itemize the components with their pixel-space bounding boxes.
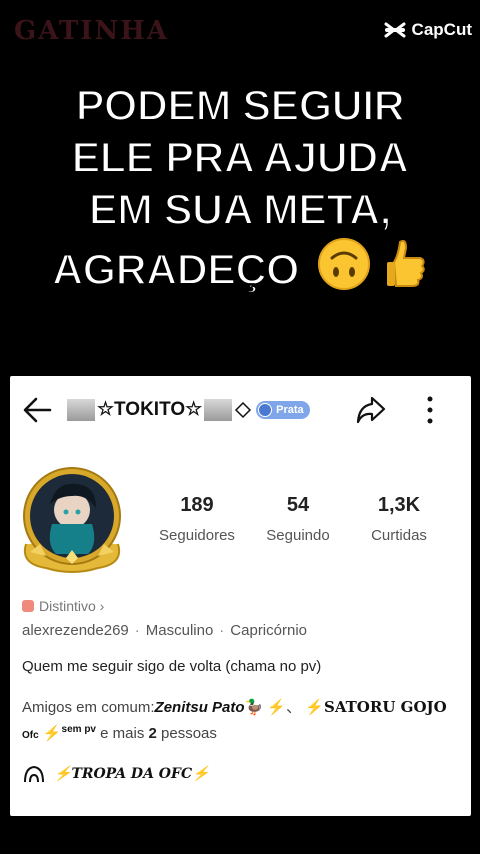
mutual-suffix-2: pessoas [156,725,217,742]
followers-label: Seguidores [159,527,235,544]
likes-label: Curtidas [371,527,427,544]
capcut-logo: CapCut [384,20,472,40]
capcut-label: CapCut [411,20,472,39]
mutual-prefix: Amigos em comum: [22,699,155,716]
avatar[interactable] [16,464,128,576]
badge-label: Prata [276,403,304,416]
likes-count: 1,3K [377,494,421,516]
mutual-separator: 、 [286,699,302,716]
more-options-icon[interactable] [424,394,436,426]
profile-meta: alexrezende269 · Masculino · Capricórnio [22,622,307,639]
share-icon[interactable] [354,394,388,426]
group-link[interactable]: ⚡TROPA DA OFC⚡ [22,764,210,784]
mutual-friend-2: SATORU GOJO [323,698,447,716]
profile-card: ☆TOKITO☆ Prata 189 Seguidores 54 Seguind… [10,376,471,816]
diamond-icon [235,401,252,418]
mutual-friend-2-sem-pv: sem pv [61,724,96,735]
mutual-count: 2 [148,725,157,742]
followers-stat[interactable]: 189 Seguidores [142,494,252,544]
group-icon [24,765,44,783]
profile-gender: Masculino [145,622,214,639]
profile-name-text: ☆TOKITO☆ [97,399,203,420]
capcut-icon [384,22,406,38]
caption-text: PODEM SEGUIR ELE PRA AJUDA EM SUA META, … [0,80,480,296]
following-stat[interactable]: 54 Seguindo [243,494,353,544]
profile-topbar: ☆TOKITO☆ Prata [10,390,471,430]
caption-line-2: ELE PRA AJUDA [71,133,410,183]
level-badge[interactable]: Prata [256,400,310,419]
caption-line-1: PODEM SEGUIR [75,81,406,131]
followers-count: 189 [180,494,214,516]
group-name: ⚡TROPA DA OFC⚡ [54,766,210,782]
caption-line-4: AGRADEÇO [0,236,480,296]
mutual-friend-2-ofc: Ofc [22,730,39,741]
lightning-icon: ⚡ [305,699,324,716]
mutual-friend-1: Zenitsu Pato [154,699,245,716]
following-count: 54 [286,494,310,516]
mutual-friends[interactable]: Amigos em comum:Zenitsu Pato🦆 ⚡、 ⚡SATORU… [22,696,462,747]
caption-line-4-text: AGRADEÇO [51,245,300,295]
back-arrow-icon[interactable] [22,396,54,424]
mutual-suffix: e mais [96,725,149,742]
blurred-emoji [204,398,233,421]
distintivo-link[interactable]: Distintivo › [22,598,104,614]
profile-id: alexrezende269 [22,622,129,639]
lightning-icon: ⚡ [42,725,62,742]
badge-icon [258,402,273,417]
caption-line-3: EM SUA META, [88,185,393,235]
profile-name: ☆TOKITO☆ Prata [65,398,310,421]
profile-bio: Quem me seguir sigo de volta (chama no p… [22,658,322,675]
watermark-logo: GATINHA [14,16,169,46]
upside-down-face-emoji-icon [318,238,371,290]
distintivo-icon [22,600,34,612]
distintivo-label: Distintivo › [39,598,105,614]
following-label: Seguindo [266,527,330,544]
likes-stat[interactable]: 1,3K Curtidas [344,494,454,544]
duck-icon: 🦆 [244,699,264,716]
blurred-emoji [67,398,95,421]
thumbs-up-emoji-icon [386,239,425,287]
lightning-icon: ⚡ [267,699,287,716]
profile-sign: Capricórnio [230,622,307,639]
